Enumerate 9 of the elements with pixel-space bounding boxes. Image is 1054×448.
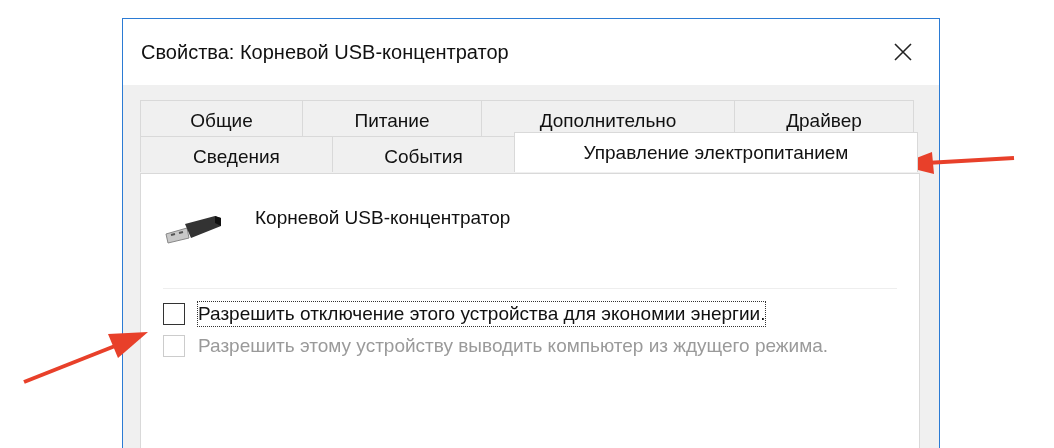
tab[interactable]: Сведения [140, 136, 333, 172]
window-title: Свойства: Корневой USB-концентратор [141, 40, 509, 64]
device-name: Корневой USB-концентратор [255, 207, 511, 229]
close-icon [893, 42, 913, 62]
checkbox-label: Разрешить отключение этого устройства для экономии энергии. [197, 301, 767, 327]
tab[interactable]: Общие [140, 100, 303, 136]
checkbox[interactable] [163, 303, 185, 325]
tab[interactable]: Управление электропитанием [514, 132, 918, 172]
checkbox-label: Разрешить этому устройству выводить компьютер из ждущего режима. [197, 334, 830, 358]
